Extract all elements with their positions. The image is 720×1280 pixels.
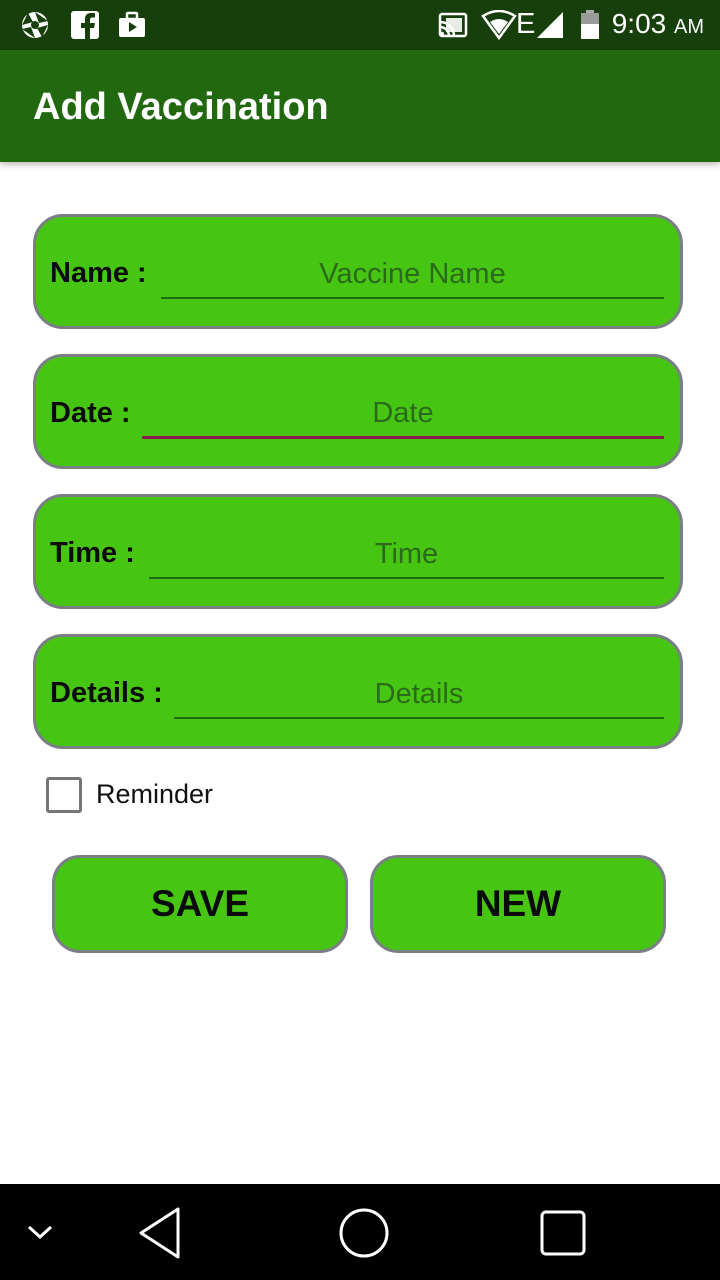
date-label: Date :: [50, 397, 131, 429]
signal-strength-icon: [537, 12, 563, 38]
network-e-icon: E: [516, 8, 536, 40]
details-field-card: Details :: [33, 634, 683, 749]
date-field-card: Date :: [33, 354, 683, 469]
home-icon[interactable]: [337, 1206, 391, 1260]
vaccine-name-input[interactable]: [161, 251, 664, 299]
briefcase-play-icon: [119, 11, 145, 37]
recents-icon[interactable]: [538, 1208, 588, 1258]
battery-icon: [581, 10, 599, 39]
clock-time: 9:03: [611, 8, 667, 39]
name-field-card: Name :: [33, 214, 683, 329]
date-input[interactable]: [142, 391, 664, 439]
reminder-checkbox[interactable]: [46, 777, 82, 813]
details-input[interactable]: [174, 671, 664, 719]
time-label: Time :: [50, 537, 135, 569]
save-button[interactable]: SAVE: [52, 855, 348, 953]
page-title: Add Vaccination: [33, 86, 329, 128]
status-bar: E 9:03 AM: [0, 0, 720, 50]
reminder-label[interactable]: Reminder: [96, 779, 213, 810]
new-button[interactable]: NEW: [370, 855, 666, 953]
signal-icon: [481, 10, 517, 40]
details-label: Details :: [50, 677, 163, 709]
name-label: Name :: [50, 257, 147, 289]
time-field-card: Time :: [33, 494, 683, 609]
aperture-icon: [22, 12, 48, 38]
back-icon[interactable]: [135, 1206, 185, 1260]
clock: 9:03 AM: [612, 8, 704, 40]
time-input[interactable]: [149, 531, 664, 579]
clock-ampm: AM: [674, 16, 704, 38]
facebook-icon: [71, 11, 99, 39]
cast-icon: [438, 12, 468, 38]
chevron-down-icon[interactable]: [26, 1222, 54, 1242]
app-bar: Add Vaccination: [0, 50, 720, 162]
navigation-bar: [0, 1184, 720, 1280]
